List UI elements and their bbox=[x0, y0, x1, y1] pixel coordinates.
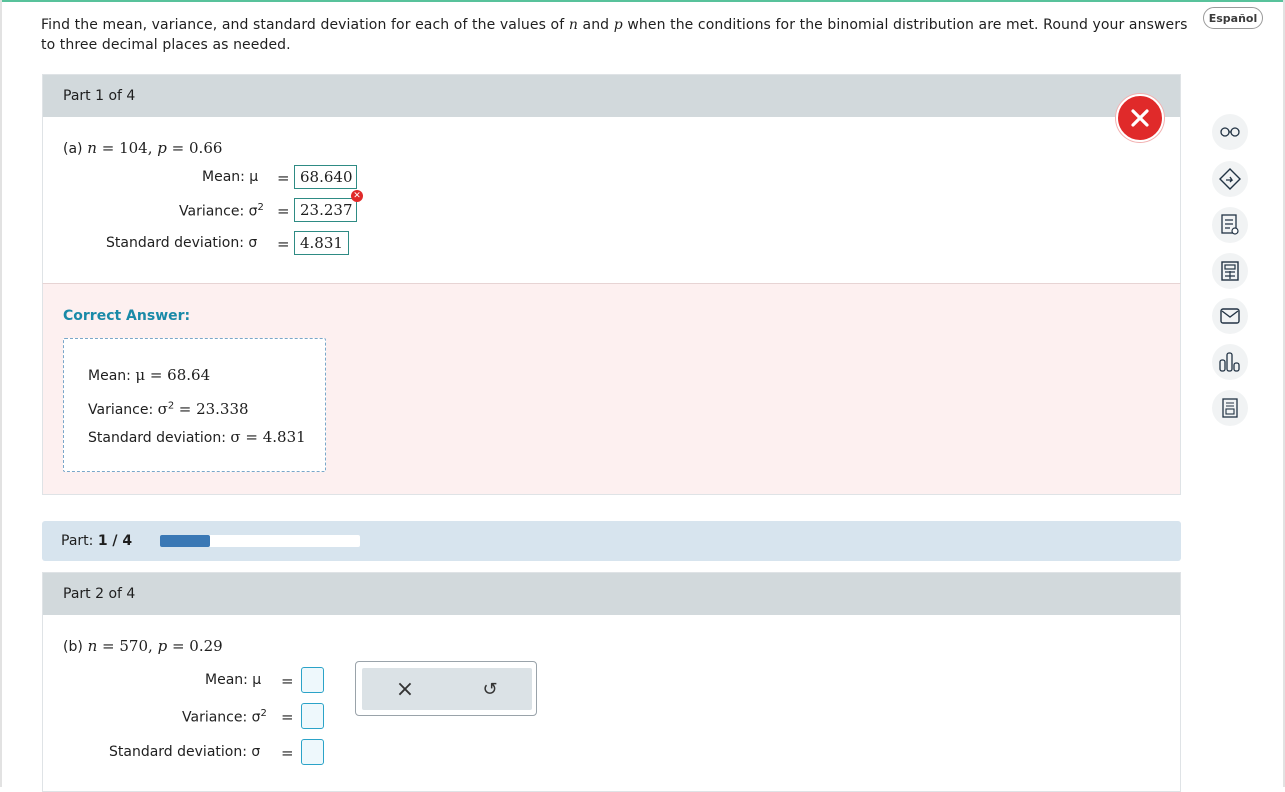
progress-track bbox=[160, 535, 360, 547]
glasses-icon bbox=[1220, 127, 1240, 137]
bar-chart-icon bbox=[1219, 352, 1240, 372]
report-icon bbox=[1222, 398, 1238, 418]
part2-question-line: (b) n = 570, p = 0.29 bbox=[63, 637, 223, 655]
correct-variance-line: Variance: σ2 = 23.338 bbox=[88, 400, 249, 418]
answer-toolbar: × ↺ bbox=[362, 668, 532, 710]
part1-n-value: = 104, bbox=[101, 139, 153, 157]
sidebar-tag-button[interactable] bbox=[1212, 161, 1248, 197]
left-border bbox=[0, 0, 2, 787]
tag-icon bbox=[1219, 168, 1241, 190]
correct-variance-value: = 23.338 bbox=[178, 400, 249, 418]
question-text: Find the mean, variance, and standard de… bbox=[41, 15, 1191, 55]
question-and: and bbox=[582, 17, 610, 33]
mail-icon bbox=[1220, 308, 1240, 324]
clear-button[interactable]: × bbox=[393, 678, 417, 702]
part1-variance-text: Variance: σ bbox=[179, 203, 258, 220]
part2-variance-eq: = bbox=[281, 708, 294, 726]
correct-answer-box: Mean: μ = 68.64 Variance: σ2 = 23.338 St… bbox=[63, 338, 326, 472]
part1-variance-answer[interactable]: 23.237 bbox=[294, 198, 357, 222]
part1-p-value: = 0.66 bbox=[171, 139, 223, 157]
language-button[interactable]: Español bbox=[1203, 7, 1263, 29]
sidebar-notepad-button[interactable] bbox=[1212, 207, 1248, 243]
part1-variance-sup: 2 bbox=[257, 202, 264, 213]
part2-mean-label: Mean: μ bbox=[205, 672, 262, 688]
correct-mean-value: μ = 68.64 bbox=[135, 366, 211, 384]
progress-label-text: Part: bbox=[61, 533, 94, 549]
part1-p-var: p bbox=[157, 139, 167, 157]
part2-variance-input[interactable] bbox=[301, 703, 324, 729]
part-progress-label: Part: 1 / 4 bbox=[61, 533, 132, 549]
part2-label-prefix: (b) bbox=[63, 639, 83, 655]
sidebar-chart-button[interactable] bbox=[1212, 344, 1248, 380]
part1-mean-answer[interactable]: 68.640 bbox=[294, 165, 357, 189]
clear-icon: × bbox=[395, 677, 415, 702]
part1-mean-label: Mean: μ bbox=[202, 169, 259, 185]
part2-sd-label: Standard deviation: σ bbox=[109, 744, 261, 760]
part2-p-var: p bbox=[157, 637, 168, 655]
part1-n-var: n bbox=[87, 139, 97, 157]
notepad-icon bbox=[1221, 214, 1239, 235]
part1-sd-label: Standard deviation: σ bbox=[106, 235, 258, 251]
variance-incorrect-icon: ✕ bbox=[351, 190, 363, 202]
part2-variance-sup: 2 bbox=[260, 708, 267, 719]
part-progress-panel: Part: 1 / 4 bbox=[42, 521, 1181, 561]
sidebar-mail-button[interactable] bbox=[1212, 298, 1248, 334]
part2-mean-eq: = bbox=[281, 672, 294, 690]
part2-sd-input[interactable] bbox=[301, 739, 324, 765]
question-p: p bbox=[613, 17, 623, 33]
part1-sd-answer[interactable]: 4.831 bbox=[294, 231, 349, 255]
sidebar-report-button[interactable] bbox=[1212, 390, 1248, 426]
progress-value: 1 / 4 bbox=[97, 533, 133, 549]
correct-variance-label: Variance: bbox=[88, 402, 154, 418]
correct-answer-panel: Correct Answer: Mean: μ = 68.64 Variance… bbox=[42, 283, 1181, 495]
part1-question-line: (a) n = 104, p = 0.66 bbox=[63, 139, 222, 157]
correct-sd-line: Standard deviation: σ = 4.831 bbox=[88, 428, 306, 446]
part1-sd-eq: = bbox=[277, 235, 290, 253]
top-accent-line bbox=[0, 0, 1285, 2]
part2-n-var: n bbox=[87, 637, 98, 655]
correct-mean-label: Mean: bbox=[88, 368, 131, 384]
undo-icon: ↺ bbox=[482, 679, 498, 700]
part2-p-value: = 0.29 bbox=[171, 637, 223, 655]
answer-toolbar-popover: × ↺ bbox=[355, 661, 537, 716]
part1-variance-eq: = bbox=[277, 202, 290, 220]
question-n: n bbox=[568, 17, 578, 33]
part1-mean-eq: = bbox=[277, 169, 290, 187]
part2-n-value: = 570, bbox=[102, 637, 153, 655]
correct-answer-title: Correct Answer: bbox=[63, 308, 191, 324]
progress-fill bbox=[160, 535, 210, 547]
correct-mean-line: Mean: μ = 68.64 bbox=[88, 366, 210, 384]
part2-variance-text: Variance: σ bbox=[182, 709, 261, 726]
correct-variance-sup: 2 bbox=[167, 400, 175, 412]
part2-variance-label: Variance: σ2 bbox=[182, 708, 267, 726]
part2-header: Part 2 of 4 bbox=[43, 573, 1180, 615]
question-prefix: Find the mean, variance, and standard de… bbox=[41, 17, 565, 33]
undo-button[interactable]: ↺ bbox=[478, 678, 502, 702]
part1-header: Part 1 of 4 bbox=[43, 75, 1180, 117]
correct-sd-value: σ = 4.831 bbox=[230, 428, 306, 446]
part1-label-prefix: (a) bbox=[63, 141, 83, 157]
part2-sd-eq: = bbox=[281, 744, 294, 762]
part2-mean-input[interactable] bbox=[301, 667, 324, 693]
part1-variance-label: Variance: σ2 bbox=[179, 202, 264, 220]
calculator-icon bbox=[1221, 261, 1239, 281]
correct-sd-label: Standard deviation: bbox=[88, 430, 226, 446]
sidebar-calculator-button[interactable] bbox=[1212, 253, 1248, 289]
sidebar-glasses-button[interactable] bbox=[1212, 114, 1248, 150]
incorrect-icon bbox=[1116, 94, 1164, 142]
correct-variance-sym: σ bbox=[157, 400, 168, 418]
